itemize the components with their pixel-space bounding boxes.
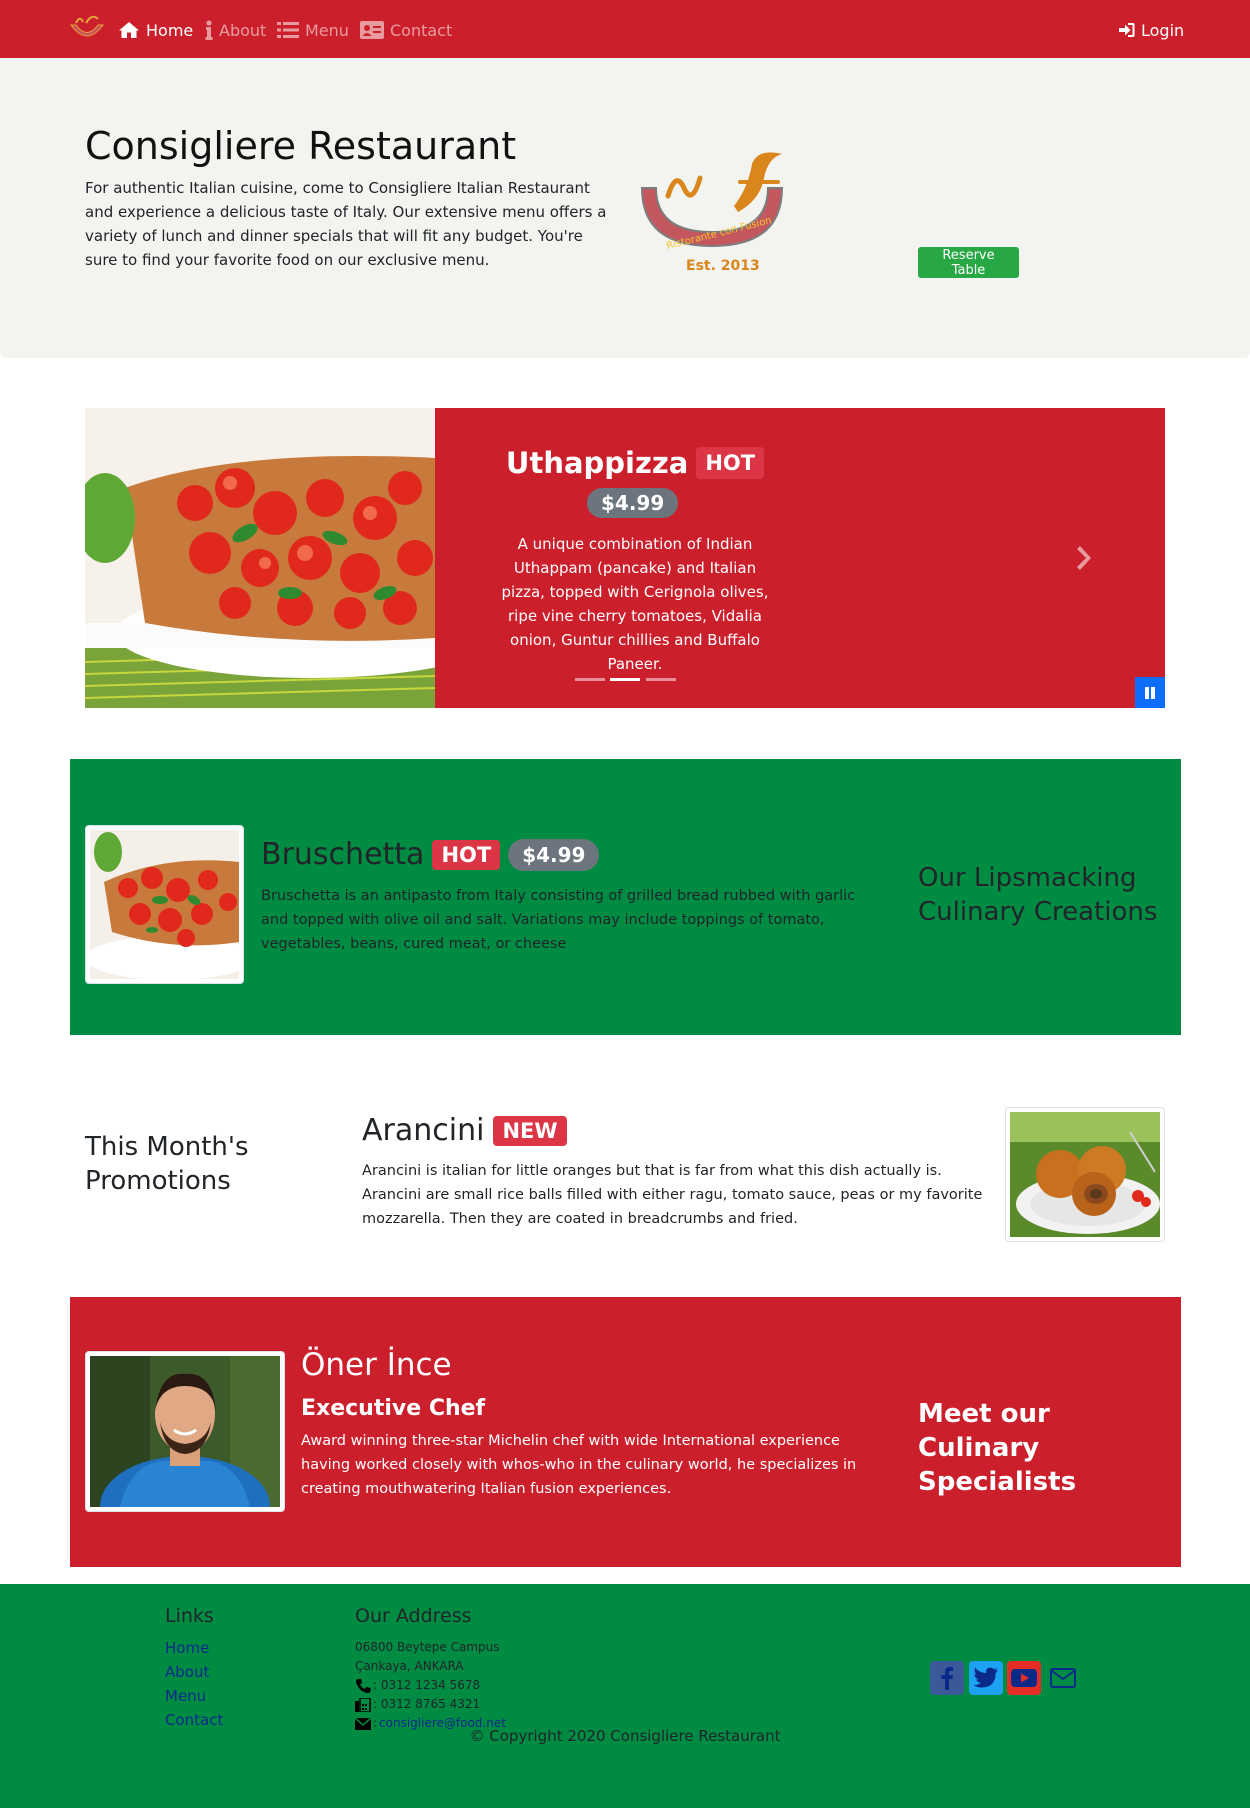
restaurant-logo: Ristorante con Fusion Est. 2013 (640, 148, 805, 278)
page-title: Consigliere Restaurant (85, 124, 517, 168)
address-line-1: 06800 Beytepe Campus (355, 1640, 500, 1654)
phone-icon (356, 1678, 371, 1693)
carousel-indicator-1[interactable] (575, 678, 605, 681)
promotion-dish-name: Arancini (362, 1113, 485, 1148)
dish-carousel: Uthappizza HOT $4.99 A unique combinatio… (85, 408, 1165, 708)
footer-link-item: About (165, 1660, 223, 1684)
carousel-dish-description: A unique combination of Indian Uthappam … (501, 535, 769, 673)
featured-dish-header: Bruschetta HOT $4.99 (261, 837, 600, 872)
nav-contact-label: Contact (390, 20, 453, 40)
nav-home-label: Home (146, 20, 194, 40)
chef-section-heading: Meet our Culinary Specialists (918, 1399, 1077, 1497)
featured-dish-thumbnail (85, 825, 255, 984)
price-badge: $4.99 (508, 838, 600, 871)
footer-link-about[interactable]: About (165, 1663, 209, 1681)
carousel-pause-button[interactable] (1135, 677, 1165, 708)
nav-about-label: About (219, 20, 267, 40)
home-icon (119, 22, 139, 38)
promotion-dish-header: Arancini NEW (362, 1113, 567, 1148)
hot-badge: HOT (432, 839, 501, 870)
facebook-icon (941, 1667, 953, 1690)
hero-description: For authentic Italian cuisine, come to C… (85, 179, 607, 269)
youtube-button[interactable] (1007, 1661, 1041, 1695)
info-icon (205, 20, 213, 40)
footer-link-item: Menu (165, 1684, 223, 1708)
promotion-dish-thumbnail (1005, 1107, 1165, 1242)
fax-number: : 0312 8765 4321 (373, 1697, 481, 1711)
login-label: Login (1141, 20, 1185, 40)
twitter-icon (973, 1667, 998, 1688)
new-badge: NEW (493, 1115, 567, 1146)
promotions-heading: This Month's Promotions (85, 1132, 249, 1196)
mail-icon (1050, 1668, 1076, 1688)
nav-home-link[interactable]: Home (118, 18, 193, 42)
chef-photo (85, 1351, 285, 1556)
carousel-dish-name: Uthappizza (505, 446, 689, 480)
logo-established: Est. 2013 (686, 258, 760, 274)
chef-role: Executive Chef (301, 1396, 486, 1421)
login-link[interactable]: Login (1119, 18, 1184, 42)
carousel-title-row: Uthappizza HOT (435, 446, 835, 480)
hero-jumbotron: Consigliere Restaurant For authentic Ita… (0, 58, 1250, 358)
twitter-button[interactable] (969, 1661, 1003, 1695)
footer-link-menu[interactable]: Menu (165, 1687, 206, 1705)
chef-description: Award winning three-star Michelin chef w… (301, 1433, 857, 1497)
price-badge: $4.99 (587, 488, 679, 518)
pause-icon (1145, 686, 1155, 699)
footer-address: 06800 Beytepe Campus Çankaya, ANKARA : 0… (355, 1638, 506, 1733)
list-icon (277, 22, 299, 38)
footer-links: Home About Menu Contact (165, 1636, 223, 1732)
footer-address-heading: Our Address (355, 1605, 472, 1627)
nav-menu-label: Menu (305, 20, 349, 40)
address-card-icon (360, 21, 384, 39)
featured-dish-name: Bruschetta (261, 837, 425, 872)
youtube-icon (1011, 1669, 1037, 1687)
address-line-2: Çankaya, ANKARA (355, 1659, 464, 1673)
chevron-right-icon[interactable] (1070, 546, 1094, 570)
hot-badge: HOT (696, 447, 765, 479)
carousel-dish-image (85, 408, 505, 708)
nav-contact-link[interactable]: Contact (360, 18, 452, 42)
featured-dish-section: Bruschetta HOT $4.99 Bruschetta is an an… (70, 759, 1181, 1035)
footer-links-heading: Links (165, 1605, 214, 1627)
phone-number: : 0312 1234 5678 (373, 1678, 481, 1692)
featured-section-heading: Our Lipsmacking Culinary Creations (918, 863, 1158, 927)
promotion-dish-description: Arancini is italian for little oranges b… (362, 1163, 983, 1227)
reserve-table-button[interactable]: Reserve Table (918, 247, 1019, 278)
footer-link-home[interactable]: Home (165, 1639, 209, 1657)
carousel-indicator-2[interactable] (610, 678, 640, 681)
fax-line: : 0312 8765 4321 (355, 1695, 506, 1714)
sign-in-icon (1119, 23, 1135, 37)
footer: Links Home About Menu Contact Our Addres… (0, 1584, 1250, 1808)
chef-section: Öner İnce Executive Chef Award winning t… (70, 1297, 1181, 1567)
featured-dish-description: Bruschetta is an antipasto from Italy co… (261, 888, 856, 952)
nav-about-link[interactable]: About (205, 18, 266, 42)
nav-menu-link[interactable]: Menu (277, 18, 349, 42)
footer-link-item: Home (165, 1636, 223, 1660)
phone-line: : 0312 1234 5678 (355, 1676, 506, 1695)
mail-button[interactable] (1046, 1661, 1080, 1695)
facebook-button[interactable] (930, 1661, 964, 1695)
copyright-text: © Copyright 2020 Consigliere Restaurant (469, 1727, 781, 1745)
navbar: Home About Menu Contact Login (0, 0, 1250, 58)
fax-icon (355, 1697, 371, 1712)
restaurant-logo-icon[interactable] (68, 13, 106, 45)
carousel-indicator-3[interactable] (646, 678, 676, 681)
chef-name: Öner İnce (301, 1347, 452, 1383)
